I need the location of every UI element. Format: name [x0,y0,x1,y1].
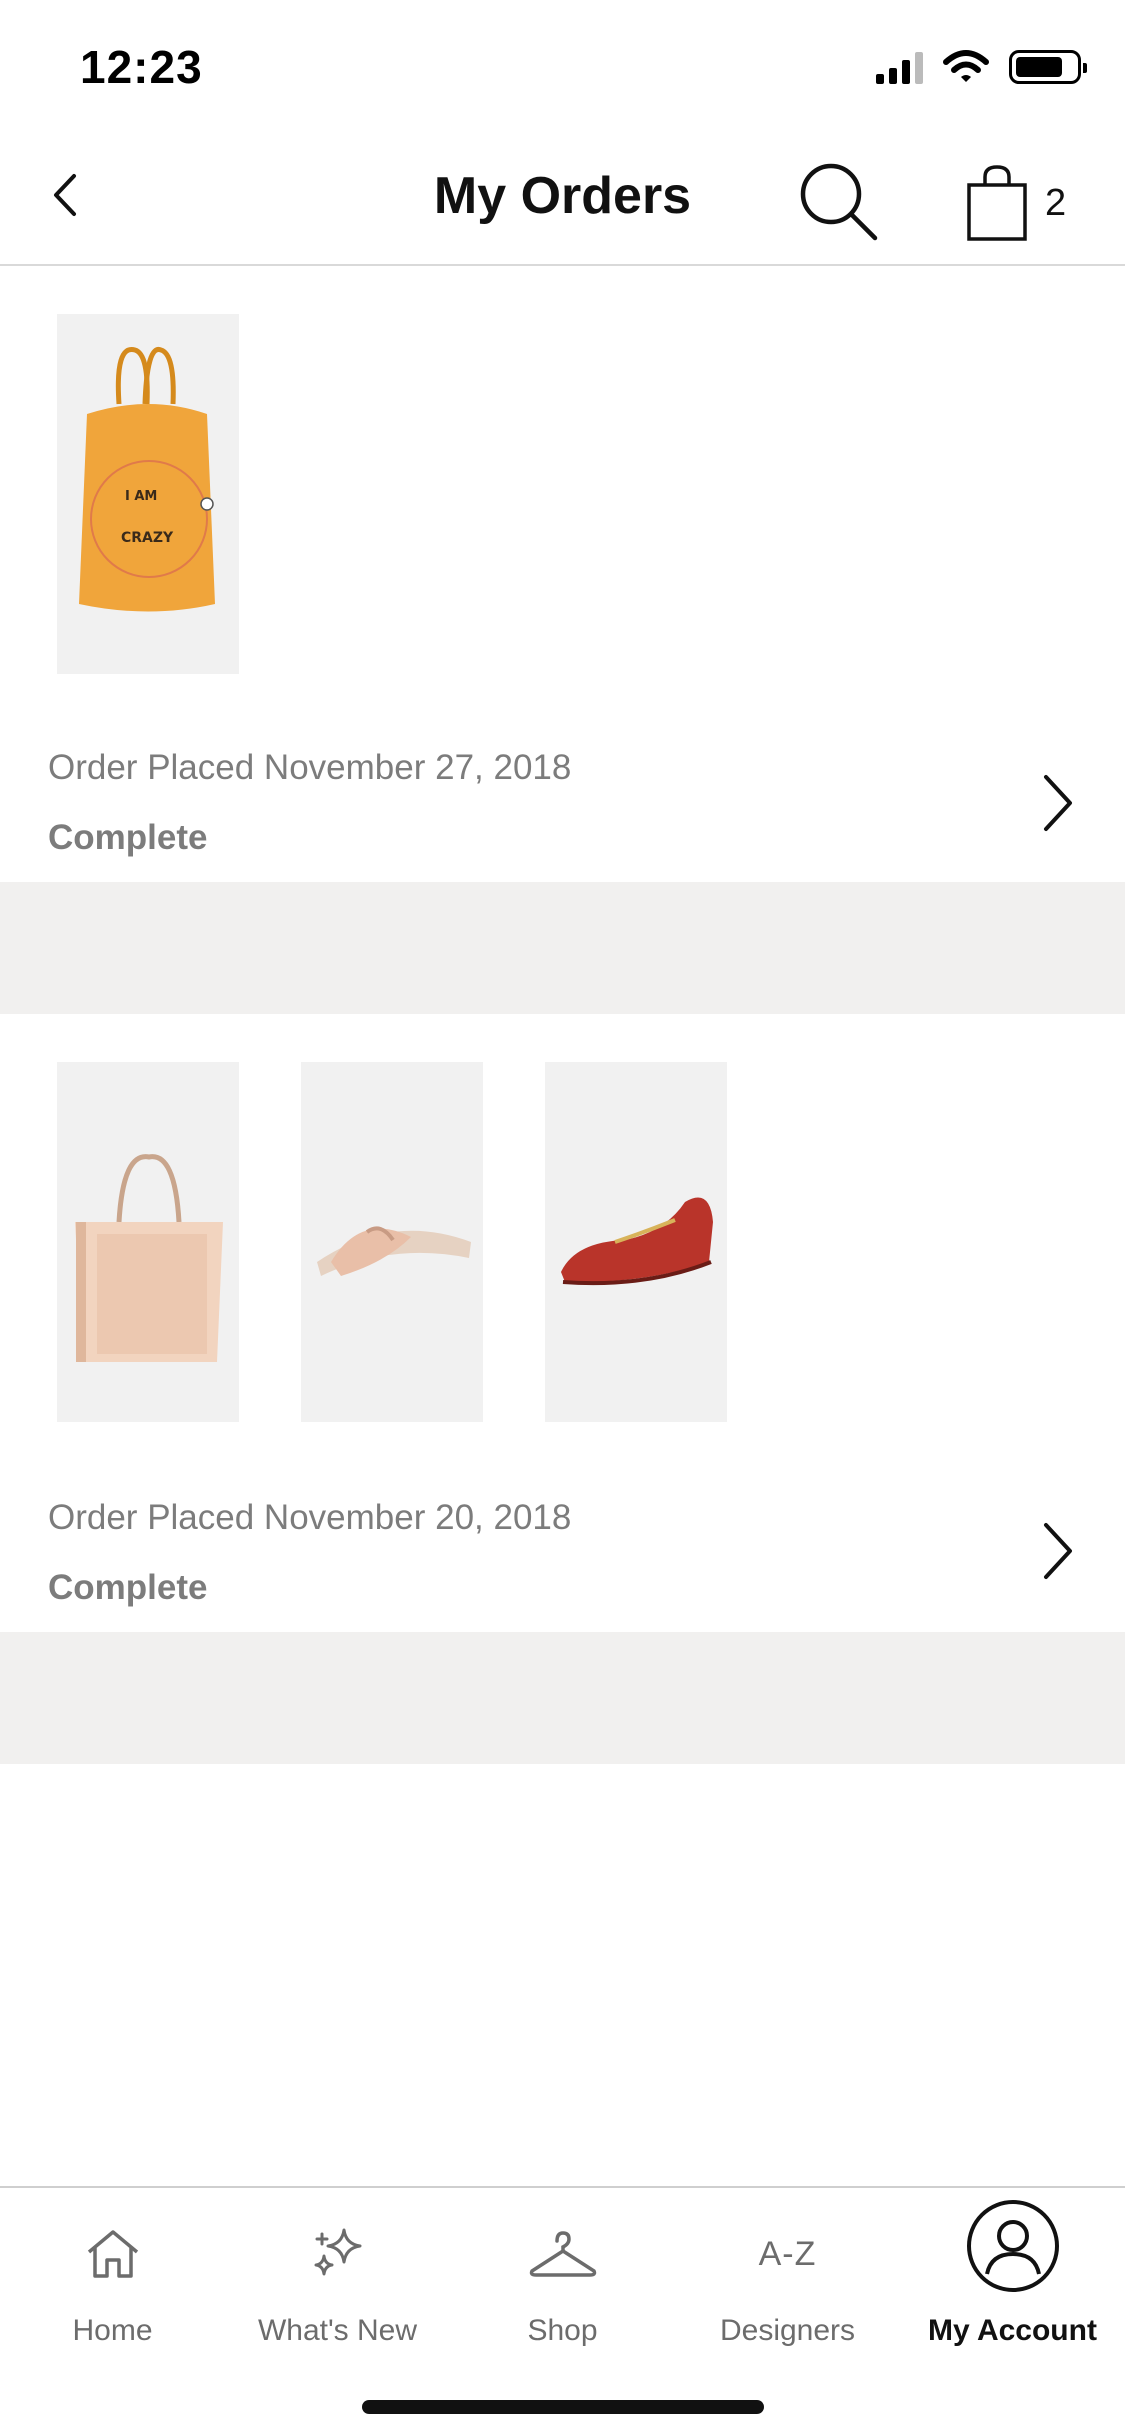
bag-count-badge: 2 [1045,181,1067,224]
svg-text:CRAZY: CRAZY [121,530,174,546]
order-status: Complete [48,1568,208,1607]
chevron-right-icon [1044,775,1072,831]
tab-home[interactable]: Home [0,2214,225,2364]
status-icons [876,50,1087,84]
tab-whats-new[interactable]: What's New [225,2214,450,2364]
tab-designers[interactable]: A-Z Designers [675,2214,900,2364]
status-time: 12:23 [80,41,203,93]
svg-text:I AM: I AM [125,489,157,504]
tab-shop[interactable]: Shop [450,2214,675,2364]
hanger-icon [529,2231,596,2277]
tab-label: Home [72,2314,153,2347]
order-items: I AM CRAZY [57,314,239,674]
section-separator [0,882,1125,1014]
cellular-signal-icon [876,50,923,84]
status-bar: 12:23 [0,0,1125,130]
product-thumbnail-beige-tote [57,1062,239,1422]
tab-label: Designers [719,2314,856,2347]
shopping-bag-button[interactable]: 2 [965,158,1075,248]
account-icon [966,2200,1059,2292]
sparkle-icon [314,2228,361,2276]
order-date: Order Placed November 20, 2018 [48,1498,572,1537]
home-icon [87,2230,138,2278]
a-z-icon: A-Z [758,2234,817,2273]
wifi-icon [943,50,989,82]
tab-my-account[interactable]: My Account [900,2198,1125,2348]
order-detail-button[interactable] [1033,1516,1083,1586]
order-date: Order Placed November 27, 2018 [48,748,572,787]
page-title: My Orders [433,167,692,225]
tab-label: What's New [257,2314,418,2347]
order-card[interactable]: I AM CRAZY Order Placed November 27, 201… [0,268,1125,882]
battery-icon [1009,50,1087,84]
search-icon [800,163,878,241]
tab-label: Shop [527,2314,598,2347]
order-detail-button[interactable] [1033,768,1083,838]
product-thumbnail-orange-tote: I AM CRAZY [57,314,239,674]
product-thumbnail-slide-sandal [301,1062,483,1422]
order-status: Complete [48,818,208,857]
nav-header: My Orders 2 [0,130,1125,266]
order-card[interactable]: Order Placed November 20, 2018 Complete [0,1014,1125,1632]
chevron-right-icon [1044,1523,1072,1579]
home-indicator[interactable] [362,2400,764,2414]
order-items [57,1062,727,1422]
section-separator [0,1632,1125,1764]
search-button[interactable] [795,158,885,248]
product-thumbnail-red-loafer [545,1062,727,1422]
shopping-bag-icon [967,165,1027,241]
tab-bar: Home What's New Shop A-Z Designers My Ac… [0,2186,1125,2436]
tab-label: My Account [928,2314,1097,2347]
